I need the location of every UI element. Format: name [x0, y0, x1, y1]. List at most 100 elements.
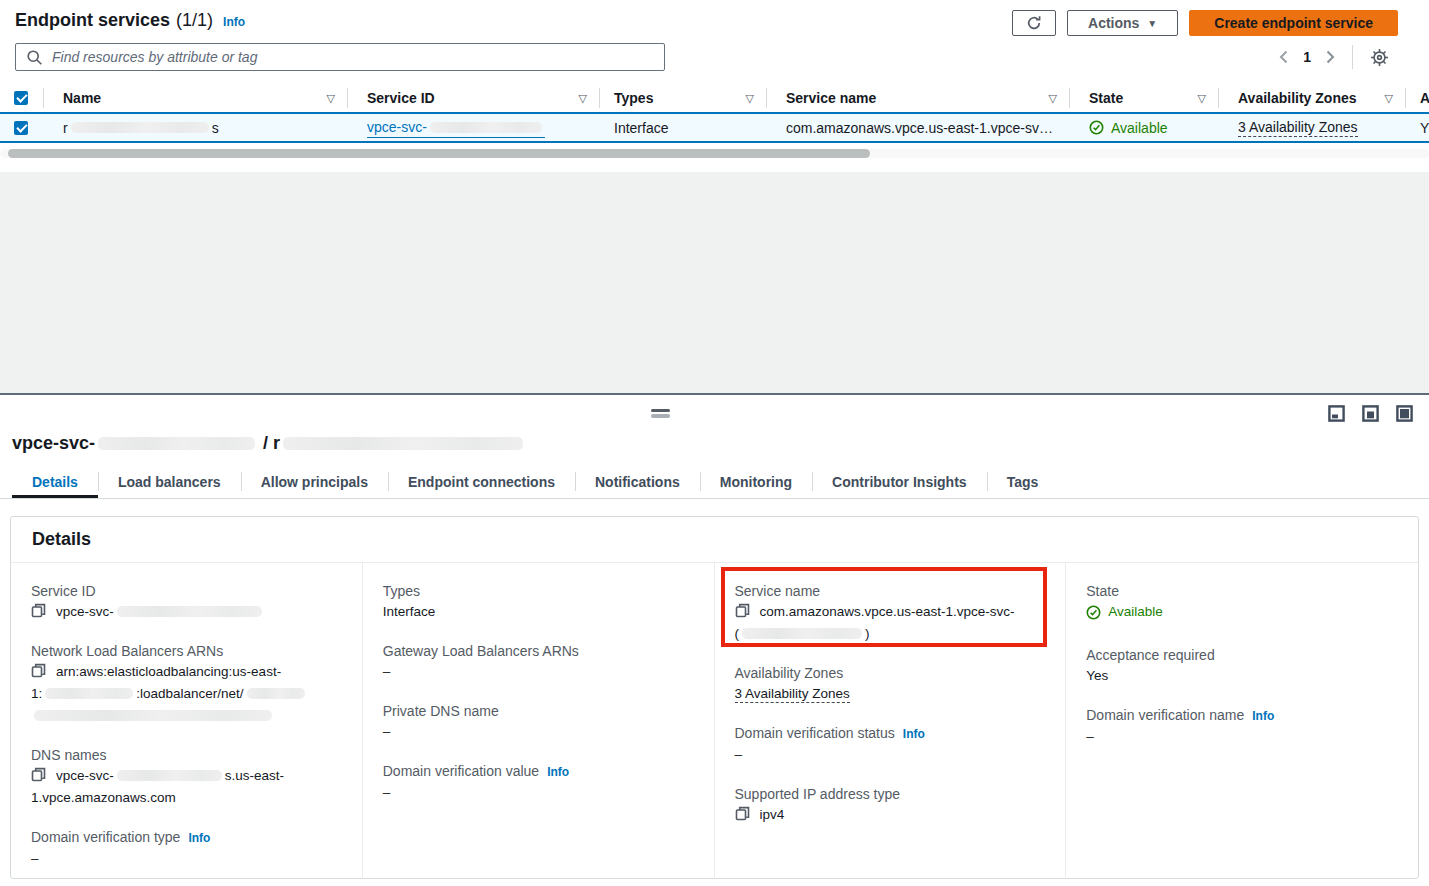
field-value: – [1086, 726, 1398, 748]
field-value: Interface [383, 601, 694, 623]
field-value: – [735, 744, 1046, 766]
cell-state: Available [1070, 114, 1219, 141]
field-label: Domain verification value [383, 763, 539, 779]
tab-notifications[interactable]: Notifications [575, 465, 700, 498]
availability-zones-link[interactable]: 3 Availability Zones [735, 686, 850, 703]
redacted-text [742, 628, 862, 639]
column-header-types[interactable]: Types ▽ [600, 84, 767, 112]
copy-icon[interactable] [31, 663, 46, 678]
field-label: Domain verification status [735, 725, 895, 741]
scrollbar-thumb[interactable] [8, 149, 870, 158]
table-row[interactable]: rsvpce-svc-Interfacecom.amazonaws.vpce.u… [0, 112, 1429, 143]
column-header-service_id[interactable]: Service ID▽ [348, 84, 600, 112]
split-panel-side-icon[interactable] [1362, 405, 1379, 422]
tab-endpoint-connections[interactable]: Endpoint connections [388, 465, 575, 498]
cell-availability-zones: 3 Availability Zones [1219, 114, 1406, 141]
prev-page-button[interactable] [1271, 50, 1296, 64]
field-value: vpce-svc-s.us-east-1.vpce.amazonaws.com [31, 765, 342, 809]
field-value: arn:aws:elasticloadbalancing:us-east-1::… [31, 661, 342, 727]
column-header-state[interactable]: State ▽ [1070, 84, 1219, 112]
redacted-text [117, 606, 262, 617]
row-checkbox[interactable] [14, 121, 28, 135]
field-label: Network Load Balancers ARNs [31, 643, 223, 659]
cell-service-name: com.amazonaws.vpce.us-east-1.vpce-sv… [767, 114, 1070, 141]
field-acceptance-required: Acceptance requiredYes [1086, 645, 1398, 687]
redacted-text [71, 122, 209, 133]
column-header-label: Availability Zones [1238, 90, 1357, 106]
split-panel-bottom-icon[interactable] [1328, 405, 1345, 422]
field-domain-verification-value: Domain verification value Info – [383, 761, 694, 804]
sort-filter-icon[interactable]: ▽ [746, 92, 754, 105]
tab-details[interactable]: Details [12, 465, 98, 498]
status-available: Available [1089, 120, 1168, 136]
column-header-label: A [1420, 90, 1429, 106]
details-card-heading: Details [11, 517, 1418, 563]
tab-contributor-insights[interactable]: Contributor Insights [812, 465, 987, 498]
info-link[interactable]: Info [1252, 709, 1274, 723]
select-all-checkbox[interactable] [14, 91, 28, 105]
page-number[interactable]: 1 [1296, 49, 1318, 65]
field-label: DNS names [31, 747, 106, 763]
tab-load-balancers[interactable]: Load balancers [98, 465, 241, 498]
sort-filter-icon[interactable]: ▽ [1385, 92, 1393, 105]
field-value: – [383, 782, 694, 804]
field-network-load-balancers-arns: Network Load Balancers ARNs arn:aws:elast… [31, 641, 342, 727]
horizontal-scrollbar[interactable] [0, 149, 1429, 158]
field-domain-verification-type: Domain verification type Info – [31, 827, 342, 870]
column-header-availability_zones[interactable]: Availability Zones ▽ [1219, 84, 1406, 112]
field-value: – [383, 661, 694, 683]
search-box [15, 43, 665, 71]
availability-zones-link[interactable]: 3 Availability Zones [1238, 119, 1358, 137]
gear-icon [1370, 48, 1389, 67]
tab-allow-principals[interactable]: Allow principals [241, 465, 388, 498]
tab-monitoring[interactable]: Monitoring [700, 465, 812, 498]
sort-filter-icon[interactable]: ▽ [327, 92, 335, 105]
cell-select [0, 114, 44, 141]
field-types: TypesInterface [383, 581, 694, 623]
field-label: Gateway Load Balancers ARNs [383, 643, 579, 659]
split-panel-title: vpce-svc- / r [12, 433, 526, 454]
split-panel-drag-handle[interactable] [651, 409, 670, 418]
field-value: ipv4 [735, 804, 1046, 826]
table-toolbar: 1 [0, 36, 1429, 71]
table-settings-button[interactable] [1362, 48, 1397, 67]
table-header-row: Name▽Service ID▽Types▽Service name▽State… [0, 84, 1429, 112]
field-value: vpce-svc- [31, 601, 342, 623]
info-link[interactable]: Info [188, 831, 210, 845]
field-domain-verification-name: Domain verification nameInfo– [1086, 705, 1398, 748]
column-header-service_name[interactable]: Service name▽ [767, 84, 1070, 112]
sort-filter-icon[interactable]: ▽ [1198, 92, 1206, 105]
create-endpoint-service-button[interactable]: Create endpoint service [1189, 10, 1398, 36]
search-input[interactable] [15, 43, 665, 71]
detail-tabs: DetailsLoad balancersAllow principalsEnd… [0, 465, 1429, 499]
column-header-name[interactable]: Name▽ [44, 84, 348, 112]
refresh-button[interactable] [1012, 10, 1056, 36]
field-label: Domain verification type [31, 829, 180, 845]
column-header-label: Types [614, 90, 653, 106]
copy-icon[interactable] [735, 806, 750, 821]
column-header-label: State [1089, 90, 1123, 106]
refresh-icon [1026, 15, 1042, 31]
info-link[interactable]: Info [903, 727, 925, 741]
resource-count: (1/1) [176, 10, 213, 31]
copy-icon[interactable] [31, 603, 46, 618]
info-link[interactable]: Info [223, 15, 245, 29]
status-available: Available [1086, 601, 1163, 623]
split-panel-full-icon[interactable] [1396, 405, 1413, 422]
next-page-button[interactable] [1318, 50, 1343, 64]
column-header-select [0, 84, 44, 112]
copy-icon[interactable] [735, 603, 750, 618]
sort-filter-icon[interactable]: ▽ [579, 92, 587, 105]
cell-acceptance: Y [1406, 114, 1429, 141]
sort-filter-icon[interactable]: ▽ [1049, 92, 1057, 105]
field-value: – [31, 848, 342, 870]
tab-tags[interactable]: Tags [987, 465, 1059, 498]
page-header: Endpoint services (1/1) Info Actions ▼ C… [0, 0, 1429, 36]
copy-icon[interactable] [31, 767, 46, 782]
cell-name: rs [44, 114, 348, 141]
redacted-text [98, 437, 255, 450]
service-id-link[interactable]: vpce-svc- [367, 118, 545, 138]
details-column-4: StateAvailableAcceptance requiredYesDoma… [1066, 563, 1418, 879]
actions-button[interactable]: Actions ▼ [1067, 10, 1178, 36]
info-link[interactable]: Info [547, 765, 569, 779]
